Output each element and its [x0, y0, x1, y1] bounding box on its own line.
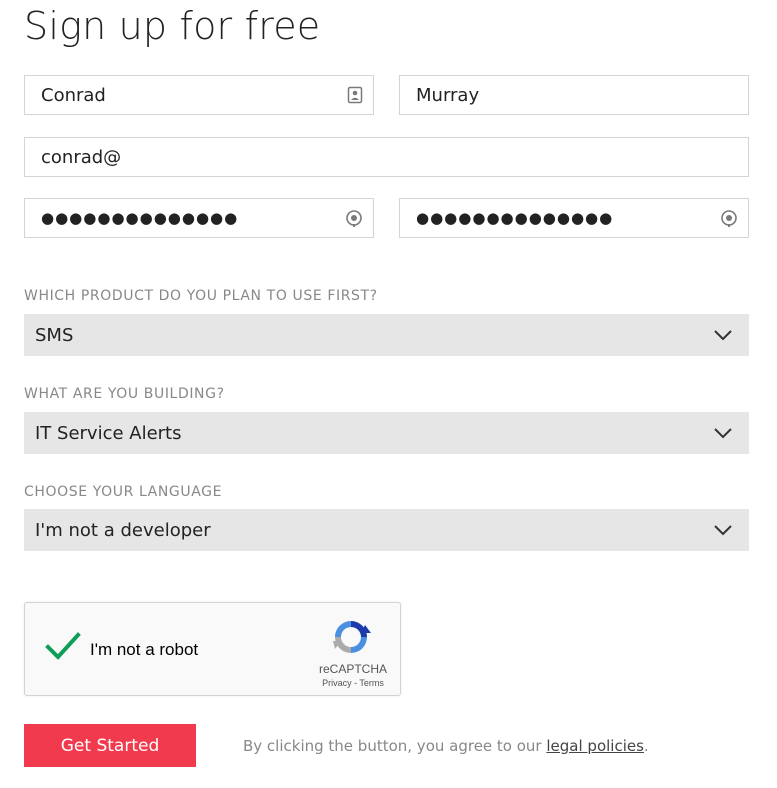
confirm-password-field[interactable]: ●●●●●●●●●●●●●●	[399, 198, 749, 238]
disclaimer-prefix: By clicking the button, you agree to our	[243, 737, 547, 755]
password-value: ●●●●●●●●●●●●●●	[41, 209, 239, 227]
captcha-label: I'm not a robot	[90, 640, 199, 659]
password-reveal-icon[interactable]	[720, 209, 738, 227]
confirm-password-value: ●●●●●●●●●●●●●●	[416, 209, 614, 227]
recaptcha-widget: I'm not a robot reCAPTCHA Privacy - Term…	[24, 602, 401, 696]
recaptcha-logo-icon	[333, 621, 371, 653]
language-selected-value: I'm not a developer	[35, 519, 211, 541]
page-title: Sign up for free	[24, 4, 321, 48]
building-label: WHAT ARE YOU BUILDING?	[24, 386, 225, 402]
get-started-button[interactable]: Get Started	[24, 724, 196, 767]
language-label: CHOOSE YOUR LANGUAGE	[24, 484, 223, 500]
password-reveal-icon[interactable]	[345, 209, 363, 227]
product-selected-value: SMS	[35, 324, 74, 346]
recaptcha-links[interactable]: Privacy - Terms	[315, 678, 391, 688]
last-name-field[interactable]: Murray	[399, 75, 749, 115]
chevron-down-icon	[714, 330, 732, 341]
terms-disclaimer: By clicking the button, you agree to our…	[243, 737, 649, 755]
chevron-down-icon	[714, 428, 732, 439]
email-value: conrad@	[41, 146, 122, 168]
email-field[interactable]: conrad@	[24, 137, 749, 177]
product-label: WHICH PRODUCT DO YOU PLAN TO USE FIRST?	[24, 288, 378, 304]
first-name-field[interactable]: Conrad	[24, 75, 374, 115]
recaptcha-brand: reCAPTCHA	[318, 662, 387, 676]
checkmark-icon[interactable]	[45, 631, 81, 661]
language-select[interactable]: I'm not a developer	[24, 509, 749, 551]
building-selected-value: IT Service Alerts	[35, 422, 182, 444]
building-select[interactable]: IT Service Alerts	[24, 412, 749, 454]
contact-card-icon[interactable]	[347, 86, 363, 104]
last-name-value: Murray	[416, 84, 480, 106]
first-name-value: Conrad	[41, 84, 106, 106]
disclaimer-suffix: .	[643, 737, 649, 755]
product-select[interactable]: SMS	[24, 314, 749, 356]
password-field[interactable]: ●●●●●●●●●●●●●●	[24, 198, 374, 238]
legal-policies-link[interactable]: legal policies	[546, 737, 644, 755]
chevron-down-icon	[714, 525, 732, 536]
